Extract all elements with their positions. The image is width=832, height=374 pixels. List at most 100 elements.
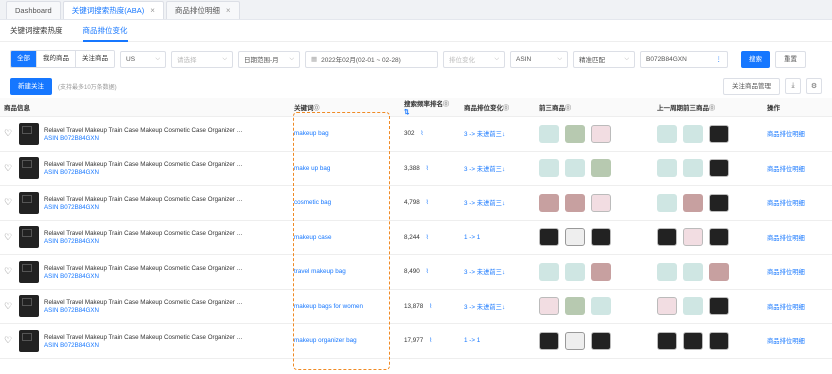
product-thumbnail[interactable]: [565, 262, 585, 281]
product-thumbnail[interactable]: [565, 124, 585, 143]
product-thumbnail[interactable]: [539, 159, 559, 178]
product-thumbnail[interactable]: [591, 331, 611, 350]
product-title[interactable]: Relavel Travel Makeup Train Case Makeup …: [44, 333, 244, 342]
rank-detail-link[interactable]: 商品排位明细: [767, 269, 805, 276]
product-thumbnail[interactable]: [591, 124, 611, 143]
product-thumbnail[interactable]: [539, 331, 559, 350]
reset-button[interactable]: 重置: [775, 50, 806, 68]
rank-detail-link[interactable]: 商品排位明细: [767, 235, 805, 242]
product-thumbnail[interactable]: [657, 228, 677, 247]
product-thumbnail[interactable]: [591, 159, 611, 178]
product-thumbnail[interactable]: [565, 228, 585, 247]
heart-icon[interactable]: ♡: [4, 197, 14, 208]
product-title[interactable]: Relavel Travel Makeup Train Case Makeup …: [44, 229, 244, 238]
product-title[interactable]: Relavel Travel Makeup Train Case Makeup …: [44, 264, 244, 273]
rank-detail-link[interactable]: 商品排位明细: [767, 200, 805, 207]
keyword-link[interactable]: makeup organizer bag: [294, 337, 357, 344]
download-icon[interactable]: ⤓: [785, 78, 801, 94]
keyword-link[interactable]: travel makeup bag: [294, 268, 346, 275]
trend-chart-icon[interactable]: ⌇: [429, 303, 432, 310]
type-select[interactable]: 请选择 ⌵: [171, 50, 233, 68]
trend-chart-icon[interactable]: ⌇: [421, 130, 424, 137]
rank-detail-link[interactable]: 商品排位明细: [767, 166, 805, 173]
product-thumbnail[interactable]: [709, 124, 729, 143]
asin-input[interactable]: B072B84GXN ⋮: [640, 50, 728, 68]
rank-detail-link[interactable]: 商品排位明细: [767, 338, 805, 345]
product-thumbnail[interactable]: [709, 262, 729, 281]
product-thumbnail[interactable]: [591, 193, 611, 212]
product-thumbnail[interactable]: [539, 193, 559, 212]
tab-aba[interactable]: 关键词搜索热度(ABA) ×: [62, 1, 164, 19]
product-image[interactable]: [19, 260, 39, 283]
product-thumbnail[interactable]: [539, 297, 559, 316]
heart-icon[interactable]: ♡: [4, 232, 14, 243]
settings-icon[interactable]: ⚙: [806, 78, 822, 94]
sort-icon[interactable]: ⇅: [404, 109, 409, 116]
more-icon[interactable]: ⋮: [716, 55, 723, 63]
product-thumbnail[interactable]: [565, 193, 585, 212]
product-thumbnail[interactable]: [683, 262, 703, 281]
product-thumbnail[interactable]: [565, 159, 585, 178]
product-thumbnail[interactable]: [539, 262, 559, 281]
product-thumbnail[interactable]: [565, 297, 585, 316]
product-thumbnail[interactable]: [657, 331, 677, 350]
subtab-rank-change[interactable]: 商品排位变化: [82, 20, 128, 42]
product-asin[interactable]: ASIN B072B84GXN: [44, 273, 244, 280]
product-thumbnail[interactable]: [709, 193, 729, 212]
product-image[interactable]: [19, 122, 39, 145]
heart-icon[interactable]: ♡: [4, 163, 14, 174]
rank-change-select[interactable]: 排位变化 ⌵: [443, 50, 505, 68]
product-thumbnail[interactable]: [565, 331, 585, 350]
product-thumbnail[interactable]: [709, 331, 729, 350]
tab-product-rank-detail[interactable]: 商品排位明细 ×: [165, 1, 240, 20]
rank-detail-link[interactable]: 商品排位明细: [767, 304, 805, 311]
product-thumbnail[interactable]: [657, 193, 677, 212]
product-thumbnail[interactable]: [539, 228, 559, 247]
heart-icon[interactable]: ♡: [4, 301, 14, 312]
keyword-link[interactable]: makeup bags for women: [294, 303, 363, 310]
close-icon[interactable]: ×: [226, 2, 231, 20]
product-thumbnail[interactable]: [683, 331, 703, 350]
product-title[interactable]: Relavel Travel Makeup Train Case Makeup …: [44, 126, 244, 135]
product-title[interactable]: Relavel Travel Makeup Train Case Makeup …: [44, 160, 244, 169]
asin-type-select[interactable]: ASIN ⌵: [510, 50, 568, 68]
product-image[interactable]: [19, 226, 39, 249]
segment-all[interactable]: 全部: [11, 51, 37, 67]
product-title[interactable]: Relavel Travel Makeup Train Case Makeup …: [44, 195, 244, 204]
product-thumbnail[interactable]: [709, 228, 729, 247]
product-thumbnail[interactable]: [591, 297, 611, 316]
product-thumbnail[interactable]: [683, 193, 703, 212]
trend-chart-icon[interactable]: ⌇: [426, 199, 429, 206]
product-thumbnail[interactable]: [709, 159, 729, 178]
heart-icon[interactable]: ♡: [4, 335, 14, 346]
product-image[interactable]: [19, 329, 39, 352]
trend-chart-icon[interactable]: ⌇: [429, 337, 432, 344]
trend-chart-icon[interactable]: ⌇: [426, 234, 429, 241]
match-type-select[interactable]: 精准匹配 ⌵: [573, 50, 635, 68]
header-search-rank[interactable]: 搜索频率排名⓪ ⇅: [400, 98, 460, 117]
product-title[interactable]: Relavel Travel Makeup Train Case Makeup …: [44, 298, 244, 307]
product-thumbnail[interactable]: [657, 262, 677, 281]
product-thumbnail[interactable]: [683, 159, 703, 178]
product-asin[interactable]: ASIN B072B84GXN: [44, 238, 244, 245]
date-range-input[interactable]: ▦ 2022年02月(02-01 ~ 02-28): [305, 50, 438, 68]
search-button[interactable]: 搜索: [741, 50, 770, 68]
trend-chart-icon[interactable]: ⌇: [426, 165, 429, 172]
tab-dashboard[interactable]: Dashboard: [6, 1, 61, 19]
keyword-link[interactable]: makeup case: [294, 234, 331, 241]
product-asin[interactable]: ASIN B072B84GXN: [44, 342, 244, 349]
subtab-keyword-heat[interactable]: 关键词搜索热度: [10, 20, 63, 42]
segment-followed[interactable]: 关注商品: [76, 51, 114, 67]
product-asin[interactable]: ASIN B072B84GXN: [44, 169, 244, 176]
product-thumbnail[interactable]: [657, 297, 677, 316]
product-image[interactable]: [19, 191, 39, 214]
product-thumbnail[interactable]: [591, 228, 611, 247]
keyword-link[interactable]: cosmetic bag: [294, 199, 331, 206]
country-select[interactable]: US ⌵: [120, 50, 166, 68]
trend-chart-icon[interactable]: ⌇: [426, 268, 429, 275]
product-thumbnail[interactable]: [683, 228, 703, 247]
product-thumbnail[interactable]: [591, 262, 611, 281]
heart-icon[interactable]: ♡: [4, 128, 14, 139]
date-range-type-select[interactable]: 日期范围-月 ⌵: [238, 50, 300, 68]
segment-my-products[interactable]: 我的商品: [37, 51, 76, 67]
